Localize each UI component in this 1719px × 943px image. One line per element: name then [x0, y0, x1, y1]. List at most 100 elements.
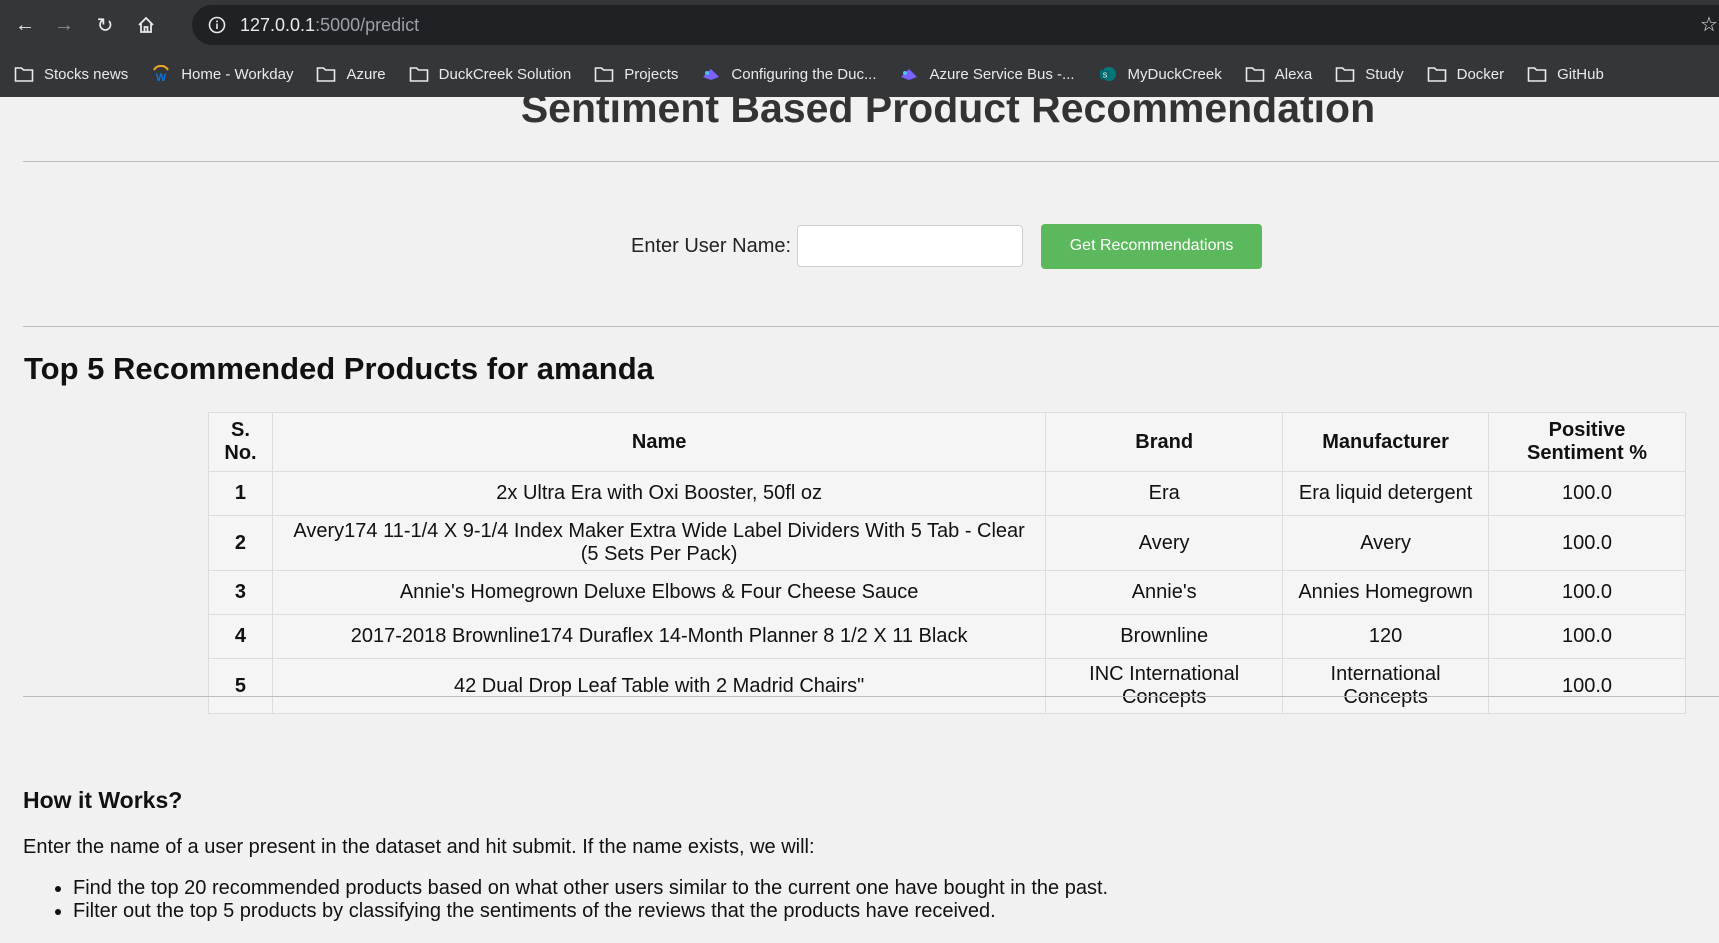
table-row: 2 Avery174 11-1/4 X 9-1/4 Index Maker Ext…: [208, 515, 1686, 571]
cell-sno: 4: [208, 614, 273, 659]
cell-manufacturer: International Concepts: [1282, 658, 1490, 714]
bookmark-label: DuckCreek Solution: [438, 65, 572, 83]
bookmark-item[interactable]: S MyDuckCreek: [1097, 58, 1232, 90]
url-text[interactable]: 127.0.0.1:5000/predict: [240, 15, 419, 36]
sharepoint-icon: S: [1097, 64, 1119, 84]
site-icon: [700, 64, 722, 84]
how-it-works-steps: Find the top 20 recommended products bas…: [23, 877, 1108, 923]
page-title: Sentiment Based Product Recommendation: [520, 97, 1376, 131]
bookmark-item[interactable]: Alexa: [1244, 58, 1323, 90]
cell-brand: Avery: [1045, 515, 1284, 571]
folder-icon: [315, 64, 337, 84]
site-icon: [898, 64, 920, 84]
table-row: 5 42 Dual Drop Leaf Table with 2 Madrid C…: [208, 658, 1686, 714]
bookmark-label: Docker: [1456, 65, 1505, 83]
bookmark-item[interactable]: Azure: [315, 58, 395, 90]
cell-sentiment: 100.0: [1488, 471, 1686, 516]
table-header-row: S. No. Name Brand Manufacturer Positive …: [208, 412, 1686, 472]
cell-manufacturer: Era liquid detergent: [1282, 471, 1490, 516]
cell-name: Annie's Homegrown Deluxe Elbows & Four C…: [271, 570, 1047, 615]
cell-sentiment: 100.0: [1488, 570, 1686, 615]
divider: [23, 326, 1719, 327]
cell-sno: 3: [208, 570, 273, 615]
folder-icon: [1244, 64, 1266, 84]
cell-brand: Annie's: [1045, 570, 1284, 615]
bookmark-item[interactable]: GitHub: [1526, 58, 1614, 90]
workday-icon: W: [150, 64, 172, 84]
folder-icon: [13, 64, 35, 84]
bookmark-label: Azure Service Bus -...: [929, 65, 1075, 83]
bookmark-item[interactable]: Study: [1334, 58, 1413, 90]
get-recommendations-button[interactable]: Get Recommendations: [1041, 223, 1263, 269]
divider: [23, 696, 1719, 697]
how-it-works-intro: Enter the name of a user present in the …: [23, 836, 815, 858]
svg-text:W: W: [156, 72, 167, 83]
reload-icon[interactable]: ↻: [87, 7, 123, 43]
bookmark-label: Study: [1365, 65, 1404, 83]
url-host: 127.0.0.1: [240, 15, 316, 35]
bookmark-item[interactable]: Azure Service Bus -...: [898, 58, 1084, 90]
user-form: Enter User Name: Get Recommendations: [631, 223, 1263, 269]
cell-manufacturer: Avery: [1282, 515, 1490, 571]
cell-manufacturer: Annies Homegrown: [1282, 570, 1490, 615]
column-header-manufacturer: Manufacturer: [1282, 412, 1490, 472]
recommendations-table: S. No. Name Brand Manufacturer Positive …: [208, 412, 1686, 714]
how-it-works-title: How it Works?: [23, 787, 183, 813]
column-header-name: Name: [271, 412, 1047, 472]
cell-sno: 5: [208, 658, 273, 714]
forward-arrow-icon[interactable]: →: [46, 7, 82, 43]
bookmark-label: Alexa: [1274, 65, 1313, 83]
bookmark-item[interactable]: Docker: [1426, 58, 1515, 90]
username-input[interactable]: [797, 225, 1024, 267]
table-row: 1 2x Ultra Era with Oxi Booster, 50fl oz E…: [208, 471, 1686, 516]
cell-manufacturer: 120: [1282, 614, 1490, 659]
bookmark-label: MyDuckCreek: [1127, 65, 1222, 83]
bookmark-label: Configuring the Duc...: [731, 65, 877, 83]
bookmark-item[interactable]: Stocks news: [13, 58, 138, 90]
cell-sno: 2: [208, 515, 273, 571]
folder-icon: [1334, 64, 1356, 84]
bookmark-label: GitHub: [1557, 65, 1604, 83]
divider: [23, 161, 1719, 162]
cell-brand: Brownline: [1045, 614, 1284, 659]
cell-sentiment: 100.0: [1488, 614, 1686, 659]
bookmark-item[interactable]: DuckCreek Solution: [408, 58, 582, 90]
back-arrow-icon[interactable]: ←: [7, 7, 43, 43]
home-icon[interactable]: [128, 7, 164, 43]
bookmark-label: Azure: [346, 65, 386, 83]
cell-sentiment: 100.0: [1488, 515, 1686, 571]
site-info-icon[interactable]: [205, 13, 229, 37]
table-row: 4 2017-2018 Brownline174 Duraflex 14-Mont…: [208, 614, 1686, 659]
cell-name: Avery174 11-1/4 X 9-1/4 Index Maker Extr…: [271, 515, 1047, 571]
folder-icon: [1526, 64, 1548, 84]
page-content: Sentiment Based Product Recommendation E…: [0, 97, 1719, 943]
username-label: Enter User Name:: [631, 234, 792, 257]
folder-icon: [408, 64, 430, 84]
cell-sno: 1: [208, 471, 273, 516]
folder-icon: [1426, 64, 1448, 84]
address-bar[interactable]: 127.0.0.1:5000/predict: [192, 5, 1719, 45]
url-path: :5000/predict: [315, 15, 420, 35]
bookmark-label: Projects: [624, 65, 679, 83]
cell-sentiment: 100.0: [1488, 658, 1686, 714]
browser-chrome: ← → ↻ 127.0.0.1:5000/predict ☆ Stocks ne…: [0, 0, 1719, 97]
list-item: Find the top 20 recommended products bas…: [73, 877, 1108, 900]
folder-icon: [593, 64, 615, 84]
bookmarks-bar: Stocks news W Home - Workday Azure DuckCreek…: [0, 51, 1719, 97]
list-item: Filter out the top 5 products by classif…: [73, 900, 1108, 923]
bookmark-item[interactable]: W Home - Workday: [150, 58, 303, 90]
cell-name: 2017-2018 Brownline174 Duraflex 14-Month…: [271, 614, 1047, 659]
svg-text:S: S: [1102, 73, 1107, 80]
bookmark-label: Home - Workday: [181, 65, 294, 83]
results-title: Top 5 Recommended Products for amanda: [24, 351, 654, 386]
bookmark-label: Stocks news: [44, 65, 129, 83]
bookmark-item[interactable]: Projects: [593, 58, 688, 90]
cell-brand: Era: [1045, 471, 1284, 516]
column-header-sentiment: Positive Sentiment %: [1488, 412, 1686, 472]
browser-toolbar: ← → ↻ 127.0.0.1:5000/predict ☆: [0, 0, 1719, 51]
bookmark-star-icon[interactable]: ☆: [1700, 12, 1718, 37]
bookmark-item[interactable]: Configuring the Duc...: [700, 58, 886, 90]
table-row: 3 Annie's Homegrown Deluxe Elbows & Four …: [208, 570, 1686, 615]
cell-name: 42 Dual Drop Leaf Table with 2 Madrid Ch…: [271, 658, 1047, 714]
column-header-brand: Brand: [1045, 412, 1284, 472]
